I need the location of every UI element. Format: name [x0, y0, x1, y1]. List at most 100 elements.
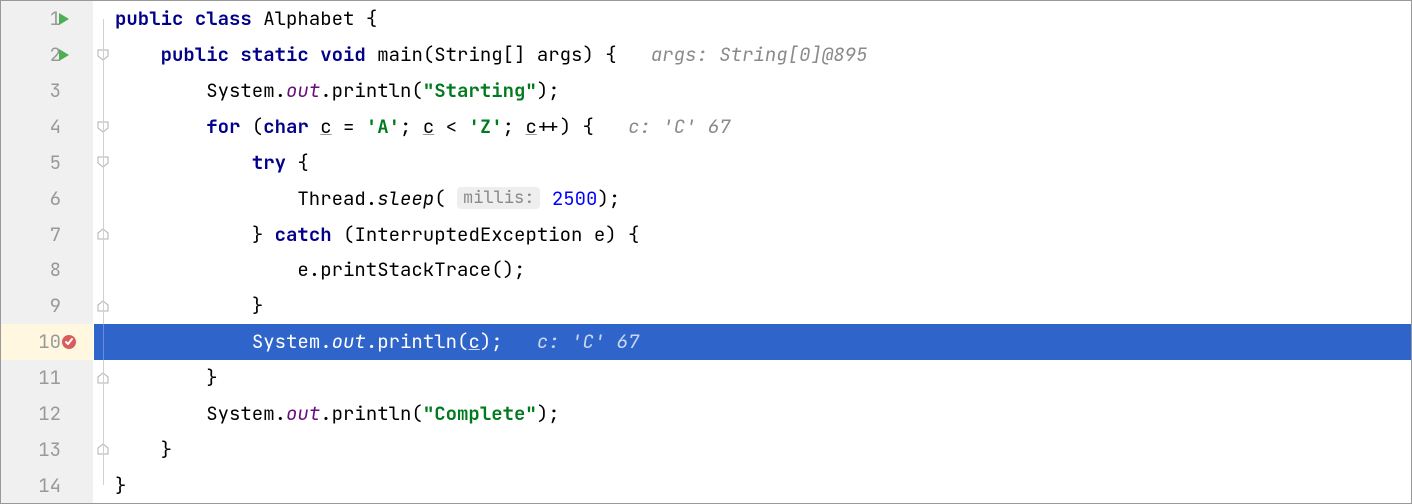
string: "Starting" — [423, 78, 537, 103]
code-line[interactable]: public static void main(String[] args) {… — [111, 37, 1411, 73]
gutter-row[interactable]: 13 — [1, 431, 93, 467]
fold-cell[interactable] — [94, 37, 111, 73]
variable: c — [320, 114, 331, 139]
code-line[interactable]: try { — [111, 144, 1411, 180]
keyword: catch — [275, 222, 332, 247]
code-text: System. — [206, 78, 286, 103]
gutter-row[interactable]: 11 — [1, 360, 93, 396]
gutter-row[interactable]: 9 — [1, 288, 93, 324]
gutter-row[interactable]: 2 — [1, 37, 93, 73]
code-text: ( — [434, 186, 445, 211]
keyword: static — [240, 42, 308, 67]
run-icon[interactable] — [57, 12, 71, 26]
fold-cell[interactable] — [94, 288, 111, 324]
line-number: 6 — [50, 186, 61, 211]
brace: } — [115, 473, 126, 498]
code-editor[interactable]: 1 2 3 4 5 6 7 8 9 10 11 12 — [1, 1, 1411, 503]
code-text: .println( — [320, 401, 423, 426]
code-text: ); — [537, 401, 560, 426]
brace: { — [354, 6, 377, 31]
keyword: try — [252, 150, 286, 175]
inline-hint: c: 'C' 67 — [537, 329, 640, 354]
line-number: 11 — [38, 365, 61, 390]
variable: c — [525, 114, 536, 139]
keyword: public — [161, 42, 229, 67]
code-line[interactable]: Thread.sleep( millis: 2500); — [111, 180, 1411, 216]
code-line[interactable]: } — [111, 360, 1411, 396]
fold-cell[interactable] — [94, 144, 111, 180]
class-name: Alphabet — [263, 6, 354, 31]
brace: } — [161, 437, 172, 462]
fold-cell[interactable] — [94, 109, 111, 145]
inline-hint: c: 'C' 67 — [628, 114, 731, 139]
gutter-row[interactable]: 8 — [1, 252, 93, 288]
gutter-row[interactable]: 12 — [1, 395, 93, 431]
brace: { — [286, 150, 309, 175]
gutter-row[interactable]: 5 — [1, 144, 93, 180]
gutter-row[interactable]: 1 — [1, 1, 93, 37]
brace: } — [252, 293, 263, 318]
fold-cell — [94, 467, 111, 503]
code-text: ; — [503, 114, 526, 139]
code-line[interactable]: } catch (InterruptedException e) { — [111, 216, 1411, 252]
code-text: = — [332, 114, 366, 139]
brace: } — [206, 365, 217, 390]
char-literal: 'A' — [366, 114, 400, 139]
fold-cell[interactable] — [94, 1, 111, 37]
fold-column[interactable] — [93, 1, 111, 503]
params: (String[] args) { — [423, 42, 617, 67]
keyword: char — [263, 114, 309, 139]
run-icon[interactable] — [57, 48, 71, 62]
gutter-row[interactable]: 14 — [1, 467, 93, 503]
code-text: ); — [480, 329, 503, 354]
fold-cell — [94, 73, 111, 109]
method-name: sleep — [377, 186, 434, 211]
code-text: ++) { — [537, 114, 594, 139]
variable: c — [423, 114, 434, 139]
code-line-execution-point[interactable]: System.out.println(c); c: 'C' 67 — [111, 324, 1411, 360]
code-line[interactable]: } — [111, 288, 1411, 324]
line-number: 10 — [38, 329, 61, 354]
fold-cell[interactable] — [94, 216, 111, 252]
code-area[interactable]: public class Alphabet { public static vo… — [111, 1, 1411, 503]
code-text: ); — [537, 78, 560, 103]
method-name: main — [377, 42, 423, 67]
field: out — [332, 329, 366, 354]
code-text: e.printStackTrace(); — [297, 257, 525, 282]
field: out — [286, 401, 320, 426]
gutter-row[interactable]: 3 — [1, 73, 93, 109]
code-line[interactable]: e.printStackTrace(); — [111, 252, 1411, 288]
param-hint: millis: — [457, 187, 540, 209]
keyword: for — [206, 114, 240, 139]
brace: } — [252, 222, 275, 247]
params: (InterruptedException e) { — [332, 222, 640, 247]
line-number: 5 — [50, 150, 61, 175]
fold-cell[interactable] — [94, 431, 111, 467]
fold-cell[interactable] — [94, 360, 111, 396]
code-line[interactable]: for (char c = 'A'; c < 'Z'; c++) { c: 'C… — [111, 109, 1411, 145]
gutter[interactable]: 1 2 3 4 5 6 7 8 9 10 11 12 — [1, 1, 93, 503]
code-line[interactable]: public class Alphabet { — [111, 1, 1411, 37]
code-line[interactable]: System.out.println("Starting"); — [111, 73, 1411, 109]
keyword: public — [115, 6, 183, 31]
code-text: < — [434, 114, 468, 139]
fold-cell — [94, 324, 111, 360]
inline-hint: args: String[0]@895 — [651, 42, 868, 67]
variable: c — [468, 329, 479, 354]
line-number: 14 — [38, 473, 61, 498]
gutter-row[interactable]: 6 — [1, 180, 93, 216]
code-line[interactable]: } — [111, 431, 1411, 467]
breakpoint-icon[interactable] — [61, 334, 77, 350]
code-text: System. — [206, 401, 286, 426]
gutter-row[interactable]: 7 — [1, 216, 93, 252]
string: "Complete" — [423, 401, 537, 426]
keyword: void — [320, 42, 366, 67]
line-number: 13 — [38, 437, 61, 462]
code-text: .println( — [366, 329, 469, 354]
code-line[interactable]: } — [111, 467, 1411, 503]
char-literal: 'Z' — [468, 114, 502, 139]
line-number: 9 — [50, 293, 61, 318]
gutter-row[interactable]: 10 — [1, 324, 93, 360]
gutter-row[interactable]: 4 — [1, 109, 93, 145]
code-line[interactable]: System.out.println("Complete"); — [111, 395, 1411, 431]
